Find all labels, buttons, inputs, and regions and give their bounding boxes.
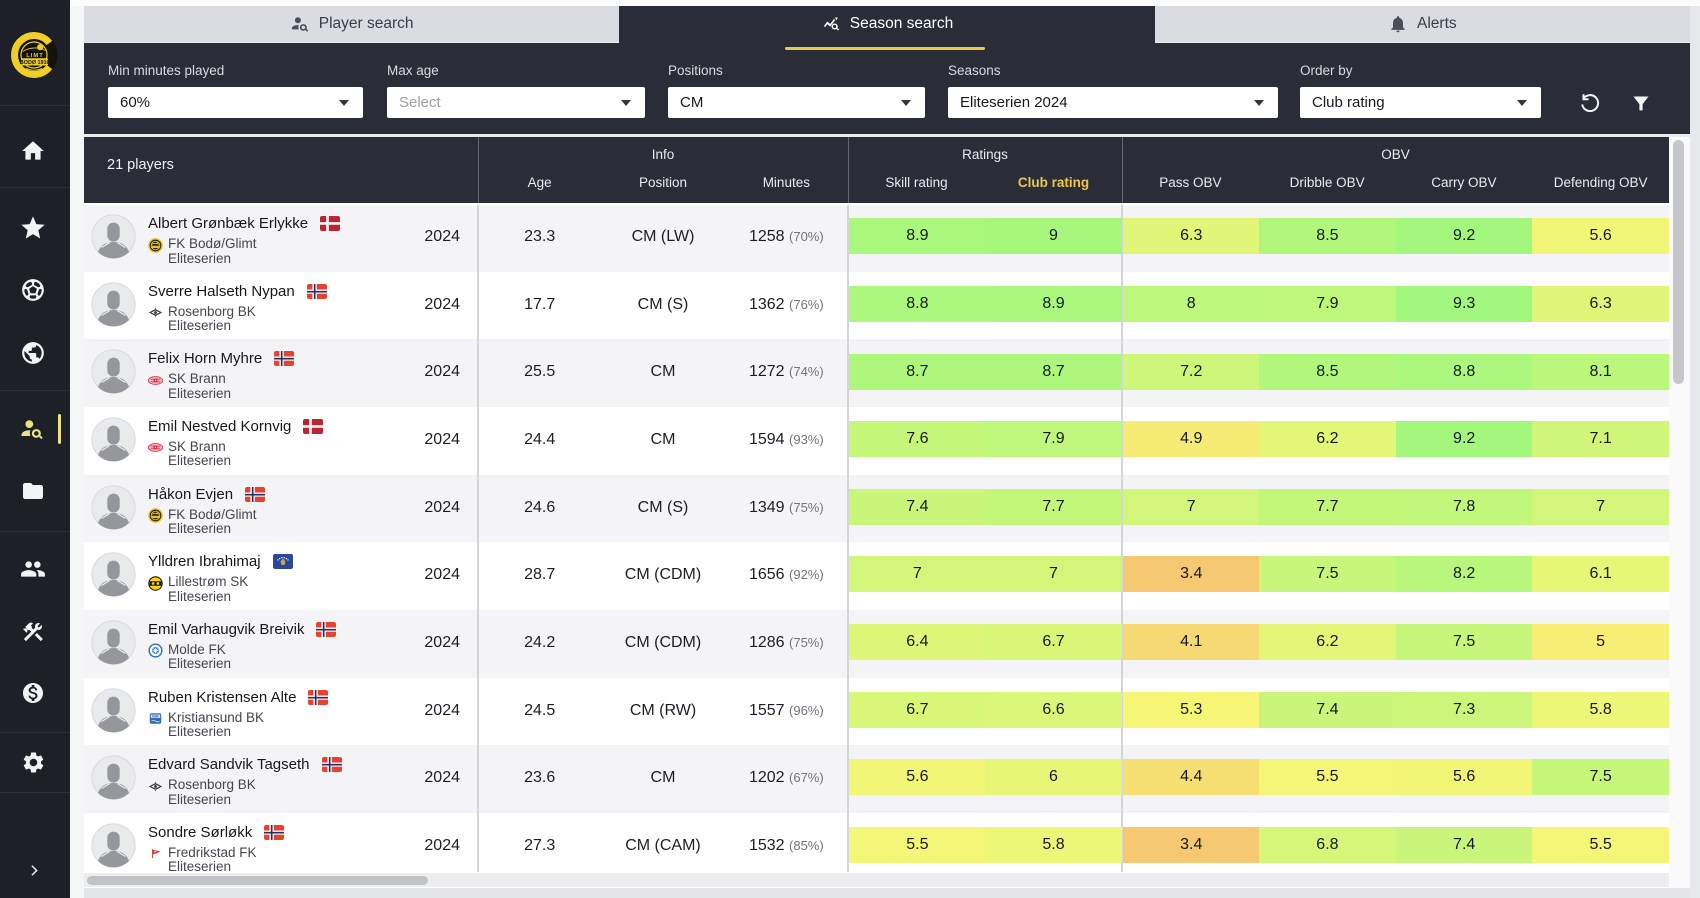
svg-text:LIMT: LIMT [26,53,44,59]
svg-text:BODØ 1916: BODØ 1916 [20,60,50,66]
svg-text:KBK: KBK [152,715,160,719]
